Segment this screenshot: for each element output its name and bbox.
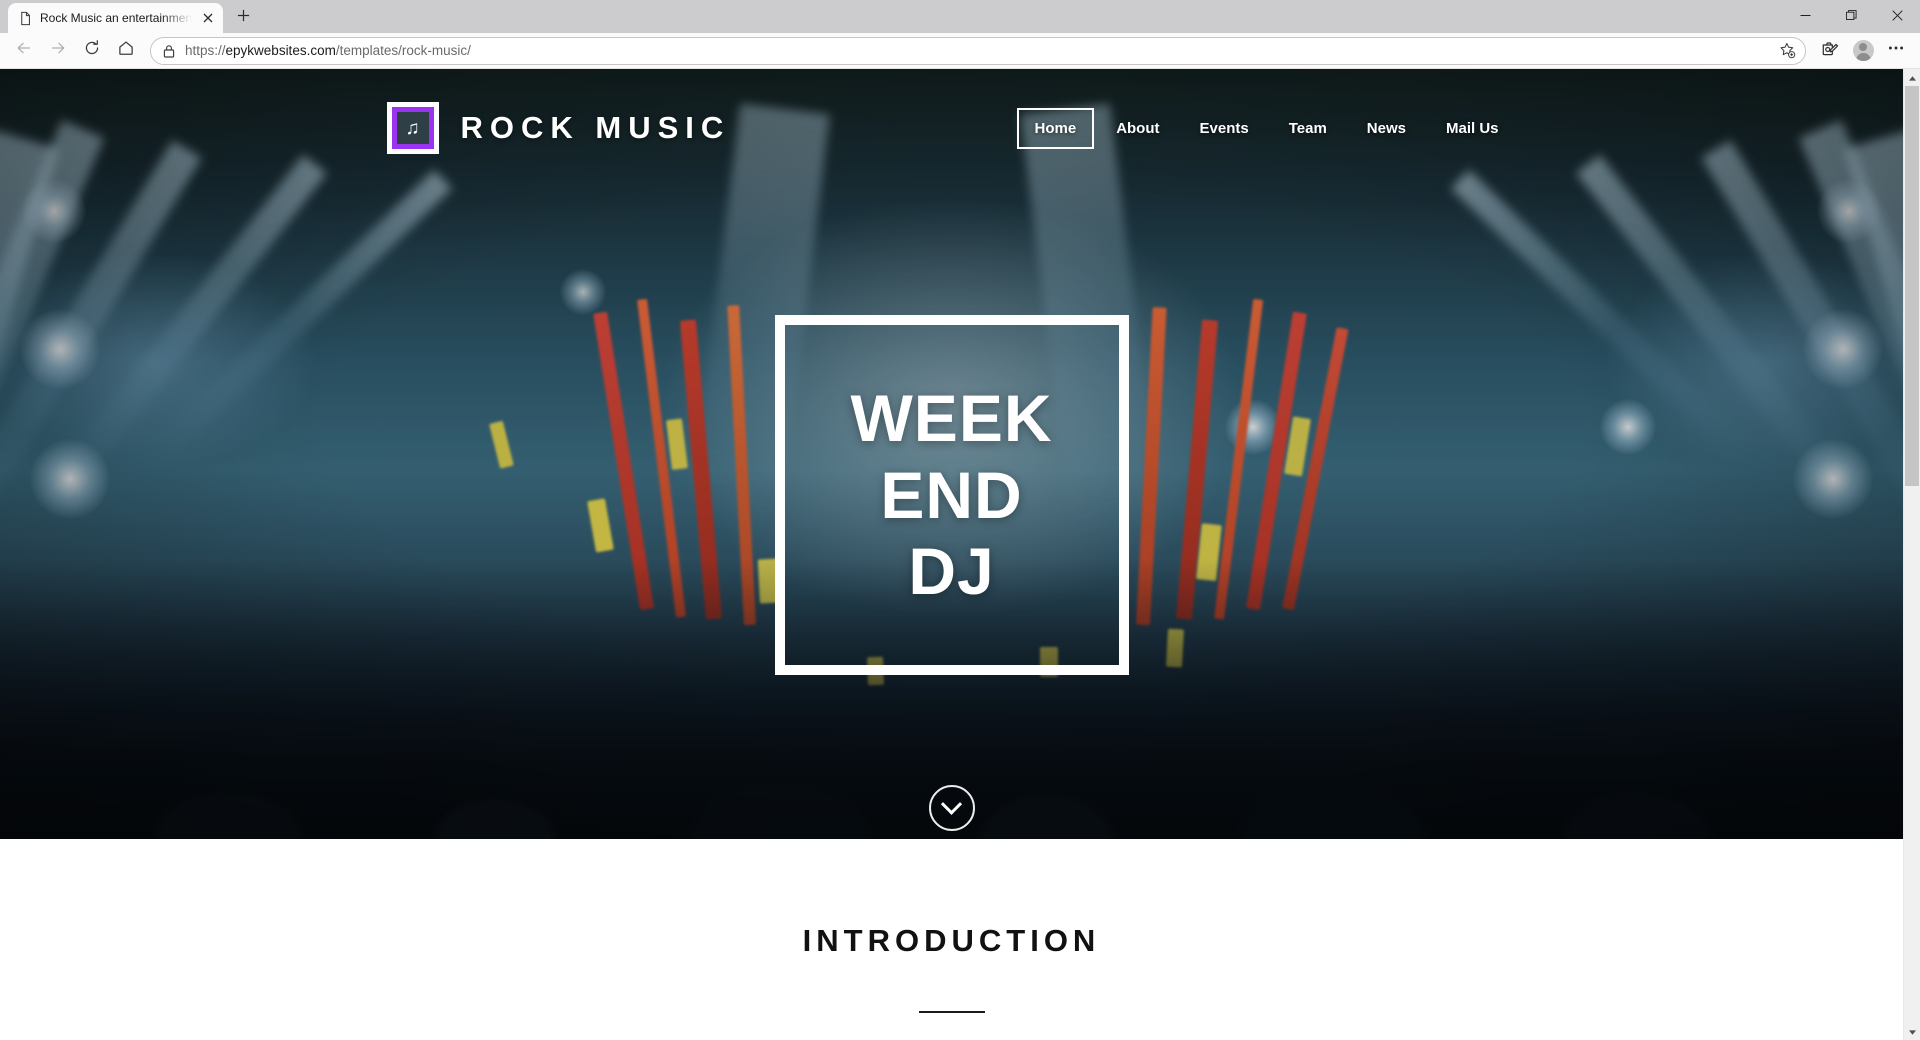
nav-item-mail-us[interactable]: Mail Us bbox=[1428, 108, 1517, 149]
brand-name: ROCK MUSIC bbox=[460, 110, 731, 145]
scroll-down-button[interactable] bbox=[928, 785, 975, 831]
lock-icon bbox=[161, 43, 177, 59]
maximize-button[interactable] bbox=[1828, 0, 1874, 33]
hero-section: ♫ ROCK MUSIC Home About Events Team News… bbox=[0, 69, 1903, 839]
nav-item-news[interactable]: News bbox=[1349, 108, 1424, 149]
arrow-left-icon bbox=[15, 39, 33, 62]
tab-title: Rock Music an entertainment Ca bbox=[40, 11, 192, 25]
brand-logo[interactable]: ♫ ROCK MUSIC bbox=[386, 102, 731, 154]
nav-item-about[interactable]: About bbox=[1098, 108, 1177, 149]
settings-menu-button[interactable] bbox=[1880, 35, 1912, 67]
page-viewport: ♫ ROCK MUSIC Home About Events Team News… bbox=[0, 69, 1920, 1040]
ellipsis-icon bbox=[1887, 39, 1905, 62]
window-close-button[interactable] bbox=[1874, 0, 1920, 33]
introduction-heading: INTRODUCTION bbox=[802, 923, 1101, 958]
page-scrollbar[interactable] bbox=[1903, 69, 1920, 1040]
caret-up-icon bbox=[1908, 69, 1917, 87]
logo-accent-square: ♫ bbox=[391, 107, 434, 149]
nav-item-team[interactable]: Team bbox=[1271, 108, 1345, 149]
scrollbar-track[interactable] bbox=[1904, 86, 1920, 1023]
minimize-icon bbox=[1800, 8, 1811, 26]
arrow-right-icon bbox=[49, 39, 67, 62]
hero-line-1: WEEK bbox=[850, 381, 1053, 456]
home-icon bbox=[117, 39, 135, 62]
profile-avatar-icon bbox=[1852, 40, 1874, 61]
logo-core: ♫ bbox=[396, 112, 429, 144]
url-scheme: https:// bbox=[185, 42, 226, 58]
collections-button[interactable] bbox=[1814, 35, 1846, 67]
scrollbar-thumb[interactable] bbox=[1905, 86, 1919, 486]
hero-headline-card: WEEK END DJ bbox=[774, 315, 1129, 675]
address-bar[interactable]: https://epykwebsites.com/templates/rock-… bbox=[150, 36, 1806, 65]
hero-line-3: DJ bbox=[908, 534, 995, 609]
url-path: /templates/rock-music/ bbox=[335, 42, 471, 58]
plus-icon bbox=[237, 9, 250, 27]
back-button[interactable] bbox=[8, 35, 40, 67]
reload-button[interactable] bbox=[76, 35, 108, 67]
site-header: ♫ ROCK MUSIC Home About Events Team News… bbox=[0, 69, 1903, 187]
new-tab-button[interactable] bbox=[229, 4, 257, 32]
heading-divider bbox=[918, 1011, 985, 1013]
page-icon bbox=[18, 11, 33, 26]
minimize-button[interactable] bbox=[1782, 0, 1828, 33]
maximize-icon bbox=[1845, 8, 1857, 26]
url-host: epykwebsites.com bbox=[225, 42, 336, 58]
chevron-down-icon bbox=[940, 793, 963, 815]
profile-button[interactable] bbox=[1848, 36, 1878, 66]
music-note-icon: ♫ bbox=[405, 117, 420, 139]
window-controls bbox=[1782, 0, 1920, 33]
forward-button[interactable] bbox=[42, 35, 74, 67]
star-add-icon[interactable] bbox=[1775, 39, 1799, 63]
close-icon bbox=[1891, 8, 1903, 26]
nav-item-events[interactable]: Events bbox=[1182, 108, 1267, 149]
main-nav: Home About Events Team News Mail Us bbox=[1016, 107, 1517, 149]
scrollbar-down-button[interactable] bbox=[1904, 1023, 1920, 1040]
home-button[interactable] bbox=[110, 35, 142, 67]
nav-item-home[interactable]: Home bbox=[1016, 107, 1095, 149]
introduction-section: INTRODUCTION bbox=[0, 839, 1903, 1013]
browser-window: Rock Music an entertainment Ca bbox=[0, 0, 1920, 1040]
scrollbar-up-button[interactable] bbox=[1904, 69, 1920, 86]
browser-titlebar: Rock Music an entertainment Ca bbox=[0, 0, 1920, 33]
logo-frame: ♫ bbox=[386, 102, 439, 154]
reload-icon bbox=[83, 39, 101, 62]
collections-icon bbox=[1821, 39, 1840, 63]
url-text: https://epykwebsites.com/templates/rock-… bbox=[185, 42, 1767, 60]
browser-toolbar: https://epykwebsites.com/templates/rock-… bbox=[0, 33, 1920, 69]
hero-line-2: END bbox=[880, 457, 1023, 532]
caret-down-icon bbox=[1908, 1023, 1917, 1040]
web-page: ♫ ROCK MUSIC Home About Events Team News… bbox=[0, 69, 1903, 1040]
close-icon[interactable] bbox=[199, 9, 217, 27]
browser-tab[interactable]: Rock Music an entertainment Ca bbox=[8, 3, 223, 33]
